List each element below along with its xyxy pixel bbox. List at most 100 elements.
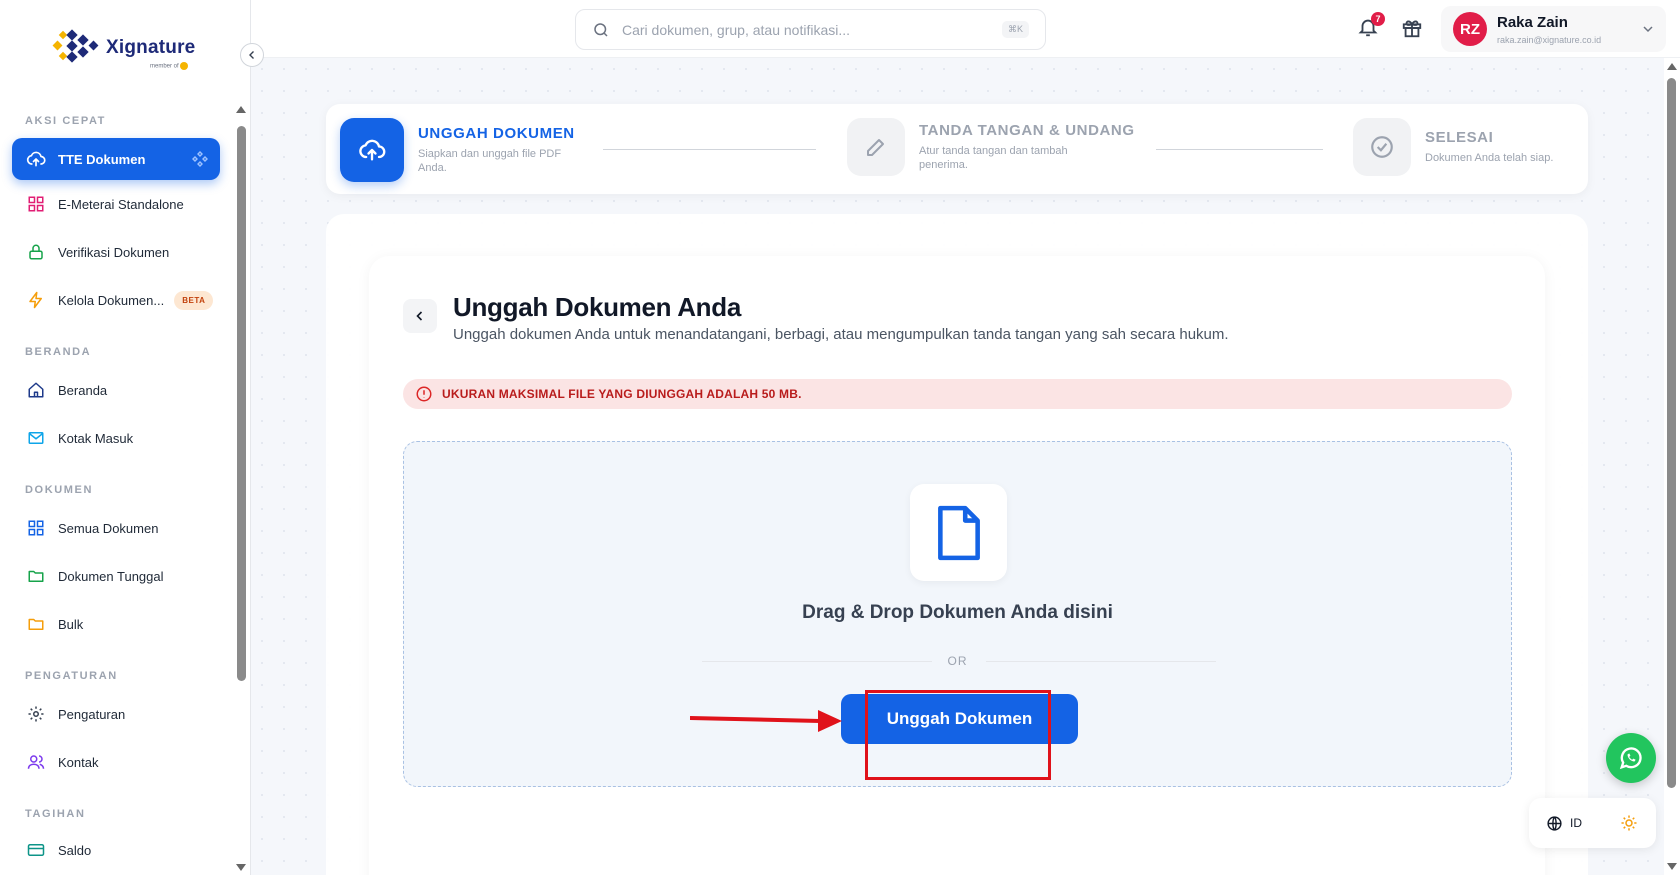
back-button[interactable] bbox=[403, 299, 437, 333]
page-subtitle: Unggah dokumen Anda untuk menandatangani… bbox=[453, 326, 1229, 343]
lightning-icon bbox=[25, 289, 47, 311]
globe-icon bbox=[1547, 815, 1562, 831]
or-label: OR bbox=[947, 654, 968, 668]
avatar: RZ bbox=[1453, 12, 1487, 46]
scroll-up-arrow-icon[interactable] bbox=[1667, 63, 1677, 70]
sidebar-item-label: Kotak Masuk bbox=[58, 430, 134, 446]
step-unggah-dokumen: UNGGAH DOKUMEN Siapkan dan unggah file P… bbox=[340, 118, 588, 182]
card-icon bbox=[25, 839, 47, 861]
gift-button[interactable] bbox=[1401, 17, 1425, 41]
sidebar-item-kontak[interactable]: Kontak bbox=[12, 741, 220, 783]
check-circle-icon bbox=[1353, 118, 1411, 176]
step-description: Atur tanda tangan dan tambah penerima. bbox=[919, 145, 1068, 171]
step-title: TANDA TANGAN & UNDANG bbox=[919, 122, 1135, 139]
sidebar-item-semua-dokumen[interactable]: Semua Dokumen bbox=[12, 507, 220, 549]
xignature-logo-icon bbox=[52, 28, 102, 68]
collapse-sidebar-button[interactable] bbox=[240, 43, 264, 67]
step-selesai: SELESAI Dokumen Anda telah siap. bbox=[1353, 118, 1595, 176]
page-title: Unggah Dokumen Anda bbox=[453, 292, 742, 322]
grid-icon bbox=[25, 517, 47, 539]
topbar: Cari dokumen, grup, atau notifikasi... ⌘… bbox=[251, 0, 1680, 58]
search-input[interactable]: Cari dokumen, grup, atau notifikasi... ⌘… bbox=[575, 9, 1046, 50]
search-icon bbox=[594, 22, 608, 37]
section-title-pengaturan: PENGATURAN bbox=[25, 670, 118, 682]
drop-zone-title: Drag & Drop Dokumen Anda disini bbox=[802, 602, 1113, 623]
whatsapp-icon bbox=[1619, 747, 1642, 770]
sidebar-item-label: Beranda bbox=[58, 382, 108, 398]
file-icon bbox=[937, 505, 980, 560]
annotation-arrow-icon bbox=[690, 710, 842, 732]
folder-icon bbox=[25, 613, 47, 635]
whatsapp-button[interactable] bbox=[1606, 733, 1656, 783]
sidebar-item-label: Pengaturan bbox=[58, 706, 126, 722]
language-code: ID bbox=[1570, 816, 1582, 830]
sidebar-item-tte-dokumen[interactable]: TTE Dokumen bbox=[12, 138, 220, 180]
gift-icon bbox=[1402, 20, 1422, 38]
language-switcher[interactable]: ID bbox=[1546, 815, 1582, 832]
sidebar-item-saldo[interactable]: Saldo bbox=[12, 829, 220, 871]
main-scrollbar[interactable] bbox=[1664, 58, 1680, 875]
sidebar-item-label: Kontak bbox=[58, 754, 99, 770]
sidebar-item-kelola-dokumen[interactable]: Kelola Dokumen... BETA bbox=[12, 279, 220, 321]
sidebar-item-label: Dokumen Tunggal bbox=[58, 568, 164, 584]
sidebar-scrollbar[interactable] bbox=[234, 104, 248, 875]
annotation-highlight-box bbox=[865, 690, 1051, 780]
step-description: Siapkan dan unggah file PDF Anda. bbox=[418, 148, 562, 174]
gear-icon bbox=[25, 703, 47, 725]
grid-icon bbox=[25, 193, 47, 215]
pen-icon bbox=[847, 118, 905, 176]
sidebar: Xignature member of AKSI CEPAT TTE Dokum… bbox=[0, 0, 251, 875]
search-placeholder: Cari dokumen, grup, atau notifikasi... bbox=[622, 21, 851, 38]
lock-icon bbox=[25, 241, 47, 263]
section-title-aksi-cepat: AKSI CEPAT bbox=[25, 115, 106, 127]
sidebar-item-label: E-Meterai Standalone bbox=[58, 196, 184, 212]
scroll-down-arrow-icon[interactable] bbox=[236, 864, 246, 871]
section-title-beranda: BERANDA bbox=[25, 346, 92, 358]
home-icon bbox=[25, 379, 47, 401]
section-title-dokumen: DOKUMEN bbox=[25, 484, 94, 496]
preferences-panel: ID bbox=[1529, 798, 1656, 848]
brand-sub: member of bbox=[150, 62, 189, 70]
section-title-tagihan: TAGIHAN bbox=[25, 808, 86, 820]
sidebar-scroll-thumb[interactable] bbox=[237, 126, 246, 681]
chevron-left-icon bbox=[416, 311, 423, 321]
scroll-up-arrow-icon[interactable] bbox=[236, 106, 246, 113]
beta-badge: BETA bbox=[174, 290, 214, 310]
step-title: UNGGAH DOKUMEN bbox=[418, 125, 575, 142]
sidebar-item-e-meterai[interactable]: E-Meterai Standalone bbox=[12, 183, 220, 225]
alert-text: UKURAN MAKSIMAL FILE YANG DIUNGGAH ADALA… bbox=[442, 387, 802, 401]
sidebar-item-kotak-masuk[interactable]: Kotak Masuk bbox=[12, 417, 220, 459]
sidebar-item-verifikasi[interactable]: Verifikasi Dokumen bbox=[12, 231, 220, 273]
upload-cloud-icon bbox=[340, 118, 404, 182]
sidebar-nav: AKSI CEPAT TTE Dokumen E-Meterai Standal… bbox=[0, 108, 232, 875]
file-size-alert: UKURAN MAKSIMAL FILE YANG DIUNGGAH ADALA… bbox=[403, 379, 1512, 409]
upload-stepper: UNGGAH DOKUMEN Siapkan dan unggah file P… bbox=[326, 104, 1588, 194]
chevron-down-icon bbox=[1643, 26, 1653, 33]
sun-icon[interactable] bbox=[1620, 814, 1638, 832]
sidebar-item-label: Semua Dokumen bbox=[58, 520, 159, 536]
sidebar-item-pengaturan[interactable]: Pengaturan bbox=[12, 693, 220, 735]
step-description: Dokumen Anda telah siap. bbox=[1425, 152, 1554, 164]
chevron-left-icon bbox=[249, 51, 254, 59]
sidebar-item-dokumen-tunggal[interactable]: Dokumen Tunggal bbox=[12, 555, 220, 597]
scroll-down-arrow-icon[interactable] bbox=[1667, 863, 1677, 870]
sidebar-item-bulk[interactable]: Bulk bbox=[12, 603, 220, 645]
sidebar-item-label: TTE Dokumen bbox=[58, 151, 146, 167]
user-menu[interactable]: RZ Raka Zain raka.zain@xignature.co.id bbox=[1441, 6, 1666, 52]
main-scroll-thumb[interactable] bbox=[1667, 78, 1676, 788]
upload-card: Unggah Dokumen Anda Unggah dokumen Anda … bbox=[369, 256, 1545, 875]
users-icon bbox=[25, 751, 47, 773]
brand-name: Xignature bbox=[106, 37, 196, 58]
file-icon-box bbox=[910, 484, 1007, 581]
folder-icon bbox=[25, 565, 47, 587]
notification-count-badge: 7 bbox=[1371, 12, 1385, 26]
notifications-button[interactable]: 7 bbox=[1357, 12, 1385, 42]
step-title: SELESAI bbox=[1425, 129, 1494, 146]
step-connector bbox=[1156, 149, 1323, 150]
sidebar-item-beranda[interactable]: Beranda bbox=[12, 369, 220, 411]
upload-cloud-icon bbox=[25, 148, 47, 170]
alert-circle-icon bbox=[416, 386, 432, 402]
user-name: Raka Zain bbox=[1497, 13, 1568, 31]
sidebar-item-label: Bulk bbox=[58, 616, 84, 632]
sidebar-item-label: Kelola Dokumen... bbox=[58, 292, 165, 308]
